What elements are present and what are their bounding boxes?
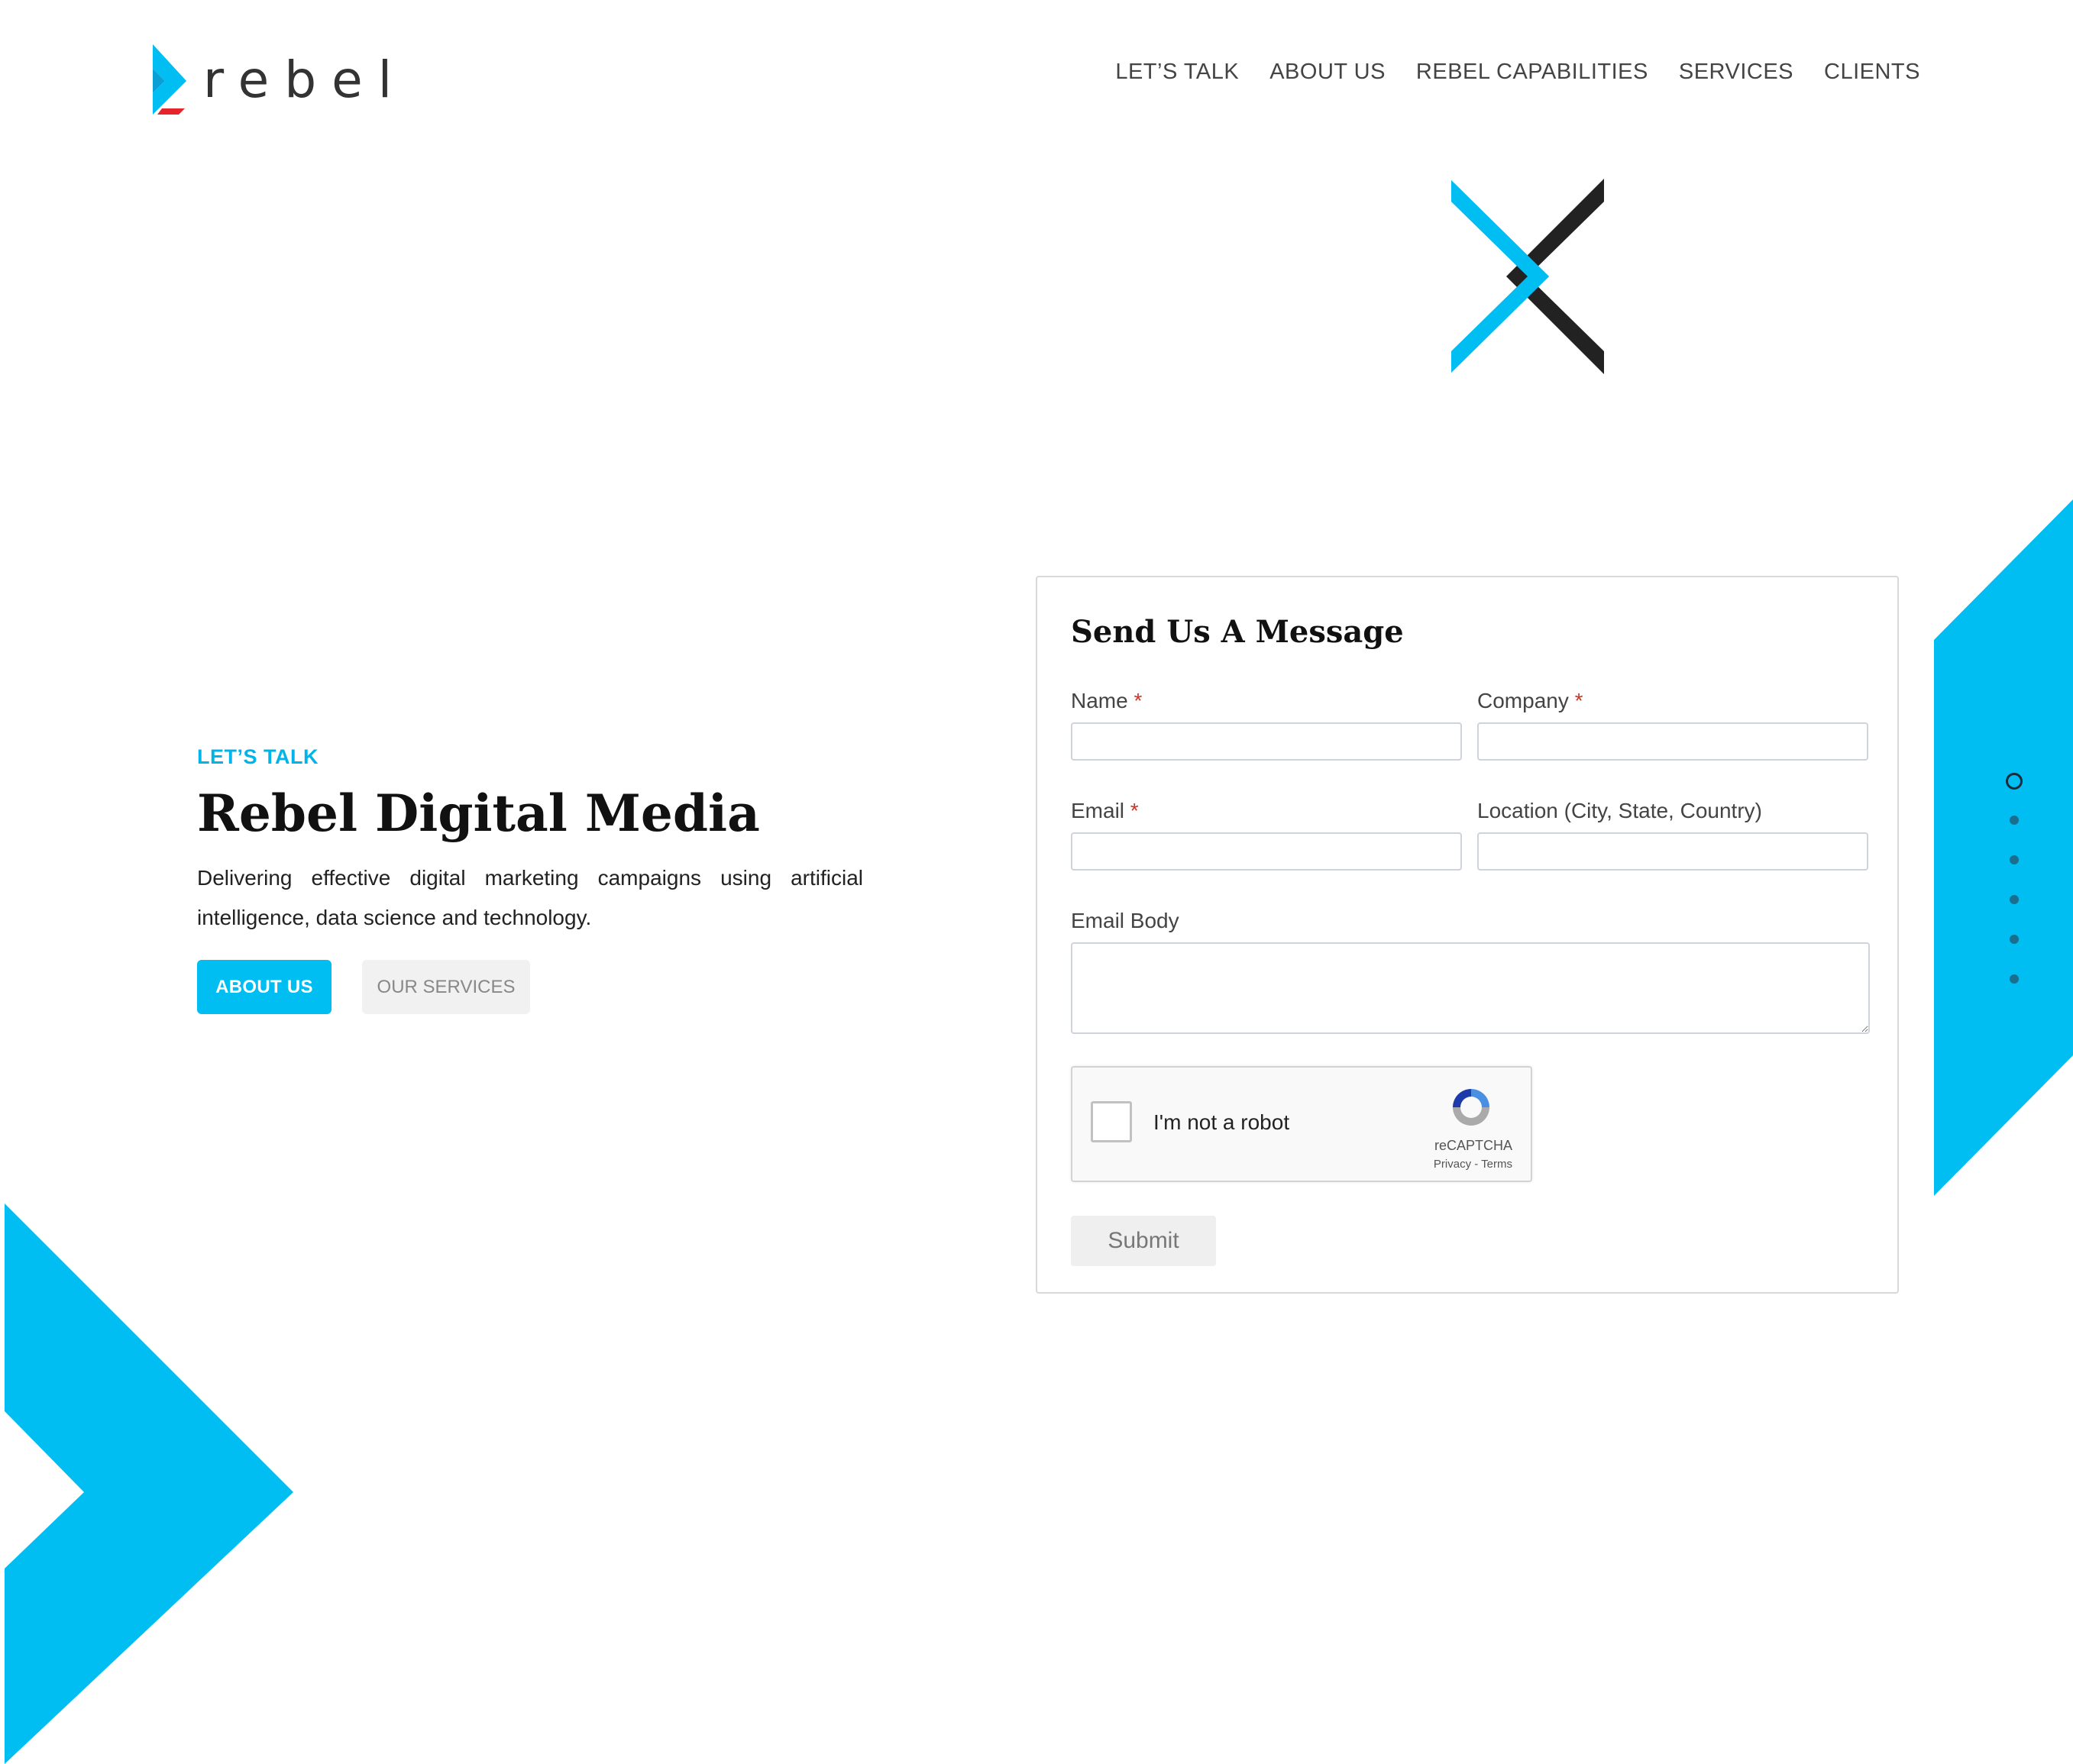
name-label-text: Name	[1071, 689, 1128, 712]
logo-mark-icon	[153, 44, 186, 115]
recaptcha-checkbox[interactable]	[1091, 1101, 1132, 1142]
nav-item-clients[interactable]: CLIENTS	[1824, 60, 1920, 85]
location-field[interactable]	[1477, 832, 1868, 871]
decorative-x-mark	[1451, 179, 1604, 374]
section-dot[interactable]	[2010, 816, 2019, 825]
recaptcha-brand: reCAPTCHA	[1434, 1138, 1512, 1153]
form-title: Send Us A Message	[1071, 614, 1404, 650]
company-label: Company *	[1477, 689, 1583, 713]
required-mark: *	[1134, 689, 1143, 712]
email-label-text: Email	[1071, 799, 1125, 822]
hero-eyebrow: LET’S TALK	[197, 745, 319, 768]
name-field[interactable]	[1071, 722, 1462, 761]
name-label: Name *	[1071, 689, 1142, 713]
location-label: Location (City, State, Country)	[1477, 799, 1762, 822]
decorative-chevron-shape	[5, 1203, 293, 1764]
section-dot-active[interactable]	[2006, 773, 2023, 790]
logo[interactable]: rebel	[151, 43, 392, 116]
contact-form-card: Send Us A Message Name * Company * Email…	[1036, 576, 1899, 1294]
nav-item-lets-talk[interactable]: LET’S TALK	[1115, 60, 1239, 85]
section-dot[interactable]	[2010, 935, 2019, 944]
email-body-field[interactable]	[1071, 942, 1870, 1034]
required-mark: *	[1574, 689, 1583, 712]
decorative-right-shape	[1934, 499, 2073, 1196]
recaptcha-label: I'm not a robot	[1153, 1110, 1290, 1134]
section-dot[interactable]	[2010, 974, 2019, 984]
page-title: Rebel Digital Media	[197, 783, 760, 843]
nav-item-services[interactable]: SERVICES	[1679, 60, 1793, 85]
our-services-button[interactable]: OUR SERVICES	[362, 960, 530, 1014]
nav-item-about-us[interactable]: ABOUT US	[1269, 60, 1386, 85]
submit-button[interactable]: Submit	[1071, 1216, 1216, 1266]
nav-item-rebel-capabilities[interactable]: REBEL CAPABILITIES	[1416, 60, 1648, 85]
recaptcha-widget: I'm not a robot reCAPTCHA Privacy - Term…	[1071, 1066, 1532, 1182]
section-dot[interactable]	[2010, 895, 2019, 904]
main-nav: LET’S TALK ABOUT US REBEL CAPABILITIES S…	[1115, 60, 1920, 85]
about-us-button[interactable]: ABOUT US	[197, 960, 331, 1014]
email-label: Email *	[1071, 799, 1139, 823]
company-label-text: Company	[1477, 689, 1569, 712]
email-body-label: Email Body	[1071, 909, 1179, 932]
hero-description: Delivering effective digital marketing c…	[197, 866, 863, 929]
recaptcha-links[interactable]: Privacy - Terms	[1434, 1158, 1512, 1171]
company-field[interactable]	[1477, 722, 1868, 761]
logo-text: rebel	[203, 50, 408, 109]
required-mark: *	[1130, 799, 1139, 822]
section-dot[interactable]	[2010, 855, 2019, 864]
email-field[interactable]	[1071, 832, 1462, 871]
recaptcha-icon	[1453, 1089, 1489, 1126]
